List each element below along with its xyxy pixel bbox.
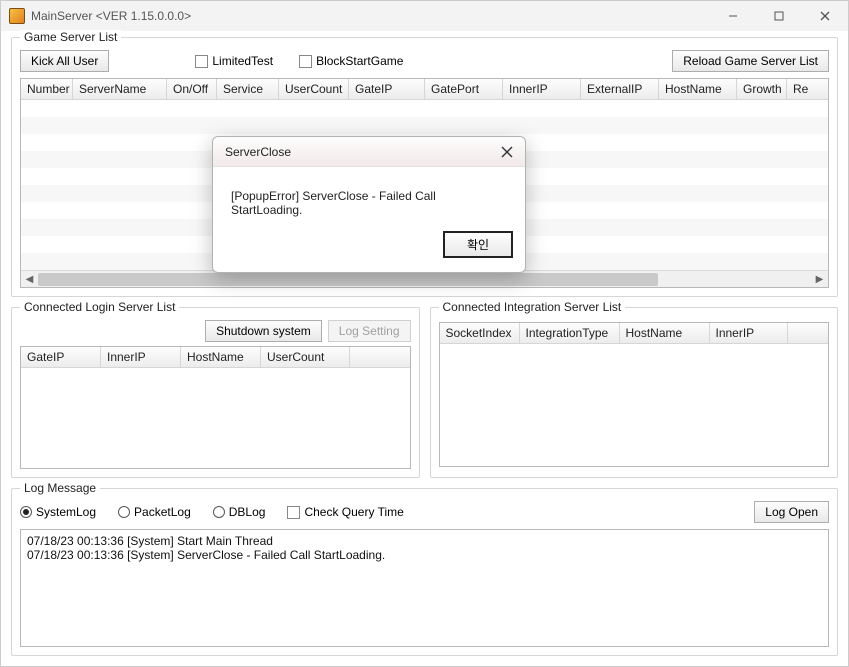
dialog-close-button[interactable] xyxy=(493,141,521,163)
close-icon xyxy=(501,146,513,158)
dialog-ok-button[interactable]: 확인 xyxy=(443,231,513,258)
dialog-title: ServerClose xyxy=(225,145,493,159)
serverclose-dialog: ServerClose [PopupError] ServerClose - F… xyxy=(212,136,526,273)
dialog-titlebar: ServerClose xyxy=(213,137,525,167)
dialog-overlay: ServerClose [PopupError] ServerClose - F… xyxy=(0,0,849,667)
dialog-message: [PopupError] ServerClose - Failed Call S… xyxy=(213,167,525,231)
